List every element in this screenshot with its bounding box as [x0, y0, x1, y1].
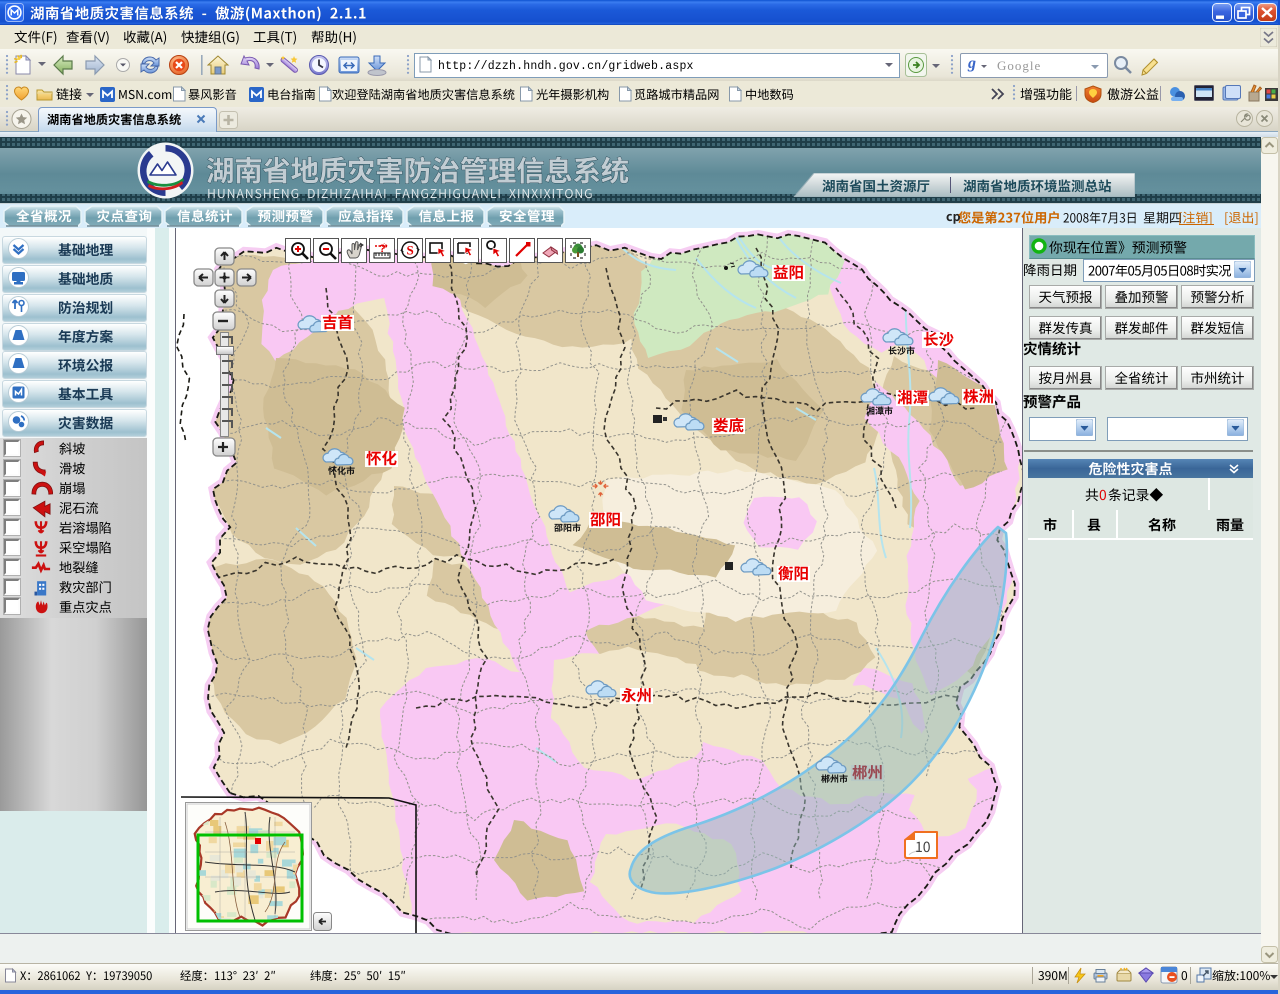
- svg-text:S: S: [407, 243, 414, 258]
